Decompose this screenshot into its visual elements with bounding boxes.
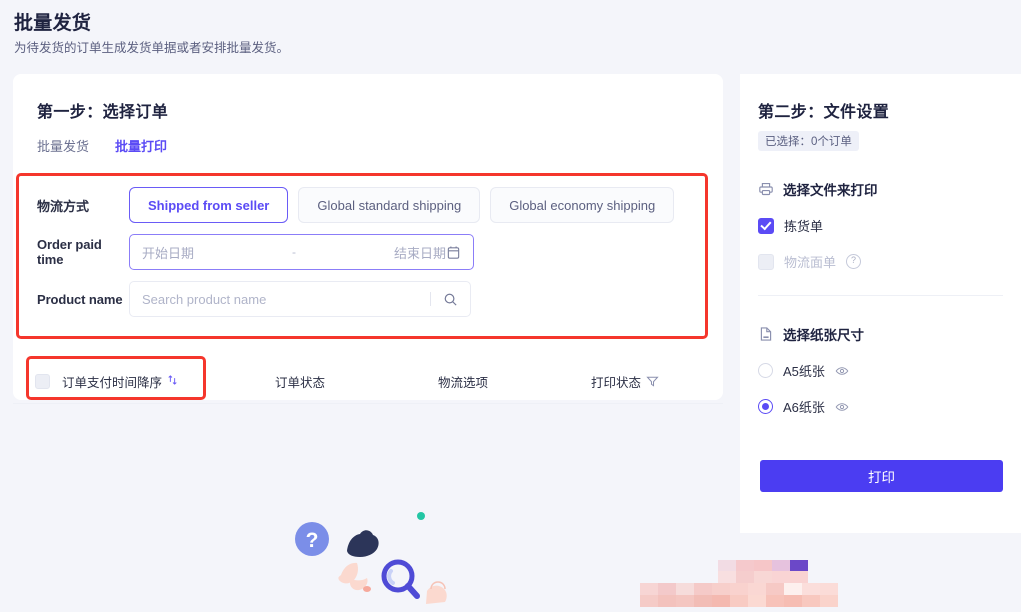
- column-logistics-option-label: 物流选项: [438, 375, 489, 390]
- column-print-status[interactable]: 打印状态: [591, 372, 659, 391]
- picking-list-label: 拣货单: [784, 219, 824, 234]
- filter-funnel-icon[interactable]: [646, 375, 659, 388]
- product-name-search-box[interactable]: Search product name: [129, 281, 471, 317]
- a6-label: A6纸张: [783, 400, 825, 415]
- shipping-label-checkbox: [758, 253, 774, 270]
- sort-icon[interactable]: [167, 374, 178, 389]
- document-a4-icon: [758, 326, 774, 342]
- eye-icon-a5[interactable]: [835, 364, 849, 378]
- search-icon[interactable]: [443, 292, 458, 307]
- svg-text:?: ?: [306, 529, 319, 552]
- eye-icon-a6[interactable]: [835, 400, 849, 414]
- panel-divider: [758, 295, 1003, 296]
- shipping-option-global-economy[interactable]: Global economy shipping: [490, 187, 675, 223]
- tab-batch-ship[interactable]: 批量发货: [37, 136, 89, 155]
- file-option-shipping-label: 物流面单 ?: [758, 252, 1021, 271]
- empty-state-illustration: ?: [285, 479, 465, 607]
- redacted-mosaic-region: [640, 560, 862, 607]
- filter-row-product-name: Product name Search product name: [37, 280, 703, 318]
- file-option-picking-list[interactable]: 拣货单: [758, 216, 1021, 235]
- paper-size-title: 选择纸张尺寸: [783, 328, 864, 343]
- product-name-input[interactable]: Search product name: [142, 292, 266, 307]
- a5-radio[interactable]: [758, 363, 773, 378]
- input-divider: [430, 292, 431, 306]
- start-date-input[interactable]: 开始日期: [142, 243, 194, 262]
- date-range-separator: -: [292, 245, 296, 259]
- file-settings-panel: 第二步：文件设置 已选择：0个订单 选择文件来打印 拣货单 物流面单 ? 选择纸…: [740, 74, 1021, 533]
- orders-table-header: 订单支付时间降序 订单状态 物流选项 打印状态: [13, 359, 723, 404]
- print-button[interactable]: 打印: [760, 460, 1003, 492]
- column-print-status-label: 打印状态: [591, 375, 642, 390]
- paper-option-a5[interactable]: A5纸张: [758, 361, 1021, 380]
- picking-list-checkbox[interactable]: [758, 217, 774, 234]
- calendar-icon: [446, 245, 461, 260]
- main-layout: 第一步：选择订单 批量发货 批量打印 物流方式 Shipped from sel…: [0, 74, 1021, 607]
- a6-radio[interactable]: [758, 399, 773, 414]
- column-logistics-option: 物流选项: [438, 372, 488, 391]
- order-mode-tabs: 批量发货 批量打印: [13, 122, 723, 155]
- paper-size-section-header: 选择纸张尺寸: [758, 324, 1021, 344]
- shipping-label-label: 物流面单: [784, 255, 837, 270]
- filter-row-paid-time: Order paid time 开始日期 - 结束日期: [37, 233, 703, 271]
- step-two-title: 第二步：文件设置: [758, 104, 890, 121]
- page-subtitle: 为待发货的订单生成发货单据或者安排批量发货。: [14, 41, 290, 55]
- table-header-select-and-sort: 订单支付时间降序: [35, 372, 178, 391]
- a5-label: A5纸张: [783, 364, 825, 379]
- tab-batch-print[interactable]: 批量打印: [115, 136, 167, 155]
- column-order-status: 订单状态: [275, 372, 325, 391]
- select-all-checkbox[interactable]: [35, 373, 50, 389]
- column-paid-time-label: 订单支付时间降序: [62, 375, 163, 390]
- step-one-title: 第一步：选择订单: [37, 104, 169, 121]
- choose-file-section-header: 选择文件来打印: [758, 179, 1021, 199]
- select-orders-card: 第一步：选择订单 批量发货 批量打印 物流方式 Shipped from sel…: [13, 74, 723, 404]
- column-paid-time[interactable]: 订单支付时间降序: [62, 372, 178, 391]
- product-name-label: Product name: [37, 291, 123, 307]
- page-header: 批量发货 为待发货的订单生成发货单据或者安排批量发货。: [0, 0, 1021, 56]
- selected-orders-badge: 已选择：0个订单: [758, 131, 859, 151]
- order-paid-time-range-picker[interactable]: 开始日期 - 结束日期: [129, 234, 474, 270]
- shipping-method-label: 物流方式: [37, 198, 90, 214]
- printer-icon: [758, 181, 774, 197]
- shipping-option-global-standard[interactable]: Global standard shipping: [298, 187, 481, 223]
- question-mark-icon[interactable]: ?: [846, 254, 862, 269]
- page-title: 批量发货: [14, 13, 92, 34]
- end-date-input[interactable]: 结束日期: [394, 243, 446, 262]
- paper-option-a6[interactable]: A6纸张: [758, 397, 1021, 416]
- order-paid-time-label: Order paid time: [37, 237, 102, 267]
- column-order-status-label: 订单状态: [275, 375, 326, 390]
- filter-panel: 物流方式 Shipped from seller Global standard…: [37, 186, 703, 327]
- choose-file-title: 选择文件来打印: [783, 183, 878, 198]
- filter-row-shipping: 物流方式 Shipped from seller Global standard…: [37, 186, 703, 224]
- shipping-option-shipped-from-seller[interactable]: Shipped from seller: [129, 187, 289, 223]
